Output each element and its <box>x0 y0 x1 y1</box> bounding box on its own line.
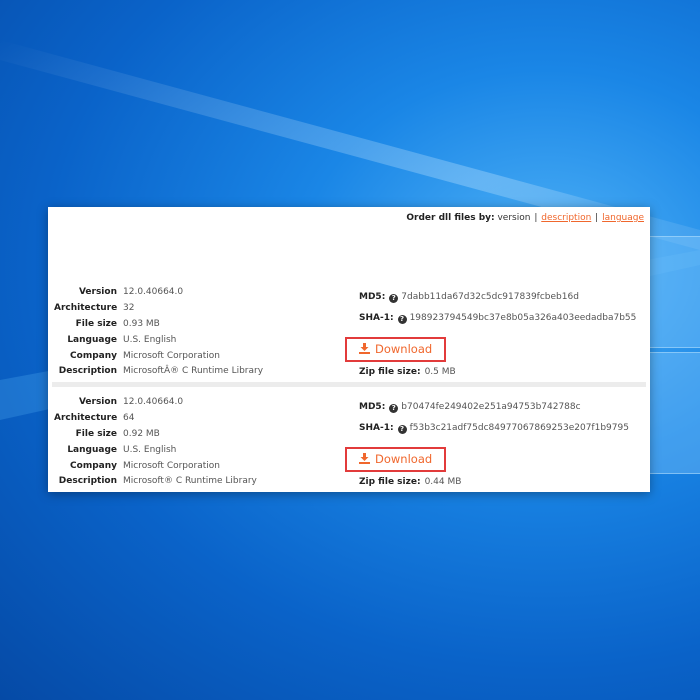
help-icon[interactable]: ? <box>389 294 399 303</box>
file-size-label: File size <box>75 428 117 439</box>
dll-files-panel: Order dll files by: version | descriptio… <box>48 207 650 492</box>
help-icon[interactable]: ? <box>389 404 399 413</box>
file-hashes: MD5:? 7dabb11da67d32c5dc917839fcbeb16d SH… <box>359 287 636 329</box>
download-label: Download <box>375 342 433 356</box>
sha1-label: SHA-1: <box>359 313 394 323</box>
file-properties: Version 12.0.40664.0 Architecture 64 File … <box>54 395 257 490</box>
order-separator: | <box>534 213 538 223</box>
zip-size: Zip file size: 0.44 MB <box>359 477 461 487</box>
zip-size-label: Zip file size: <box>359 367 421 377</box>
dll-entry-64bit: Version 12.0.40664.0 Architecture 64 File … <box>48 395 650 492</box>
language-label: Language <box>67 334 117 345</box>
dll-entry-32bit: Version 12.0.40664.0 Architecture 32 File … <box>48 285 650 385</box>
md5-label: MD5: <box>359 292 386 302</box>
description-label: Description <box>58 476 117 487</box>
download-icon <box>359 343 370 354</box>
version-value: 12.0.40664.0 <box>123 287 184 297</box>
version-value: 12.0.40664.0 <box>123 397 184 407</box>
architecture-value: 32 <box>123 302 135 313</box>
order-description-link[interactable]: description <box>541 213 591 223</box>
download-button[interactable]: Download <box>345 447 446 472</box>
zip-size-value: 0.44 MB <box>424 477 462 487</box>
windows-logo-icon <box>644 236 700 486</box>
file-size-value: 0.93 MB <box>123 318 160 329</box>
download-icon <box>359 453 370 464</box>
help-icon[interactable]: ? <box>397 425 407 434</box>
description-value: MicrosoftÂ® C Runtime Library <box>123 366 264 377</box>
architecture-label: Architecture <box>54 302 118 313</box>
language-value: U.S. English <box>123 444 177 455</box>
language-value: U.S. English <box>123 334 177 345</box>
file-size-label: File size <box>75 318 117 329</box>
file-size-value: 0.92 MB <box>123 428 160 439</box>
sha1-label: SHA-1: <box>359 423 394 433</box>
zip-size: Zip file size: 0.5 MB <box>359 367 456 377</box>
company-label: Company <box>70 350 117 361</box>
version-label: Version <box>78 397 117 407</box>
zip-size-label: Zip file size: <box>359 477 421 487</box>
md5-label: MD5: <box>359 402 386 412</box>
order-version: version <box>497 213 531 223</box>
md5-value: 7dabb11da67d32c5dc917839fcbeb16d <box>401 292 579 302</box>
architecture-label: Architecture <box>54 412 118 423</box>
sha1-value: f53b3c21adf75dc84977067869253e207f1b9795 <box>409 423 629 433</box>
entry-divider <box>52 382 646 387</box>
order-language-link[interactable]: language <box>602 213 644 223</box>
language-label: Language <box>67 444 117 455</box>
company-value: Microsoft Corporation <box>123 460 220 471</box>
sha1-value: 198923794549bc37e8b05a326a403eedadba7b55 <box>409 313 637 323</box>
order-by-label: Order dll files by: <box>406 213 495 223</box>
order-by-bar: Order dll files by: version | descriptio… <box>406 213 644 223</box>
description-label: Description <box>58 366 117 377</box>
file-hashes: MD5:? b70474fe249402e251a94753b742788c SH… <box>359 397 629 439</box>
order-separator: | <box>595 213 599 223</box>
zip-size-value: 0.5 MB <box>424 367 456 377</box>
md5-value: b70474fe249402e251a94753b742788c <box>401 402 581 412</box>
download-button[interactable]: Download <box>345 337 446 362</box>
version-label: Version <box>78 287 117 297</box>
download-label: Download <box>375 452 433 466</box>
description-value: Microsoft® C Runtime Library <box>123 476 257 487</box>
architecture-value: 64 <box>123 412 135 423</box>
help-icon[interactable]: ? <box>397 315 407 324</box>
company-value: Microsoft Corporation <box>123 350 220 361</box>
file-properties: Version 12.0.40664.0 Architecture 32 File … <box>54 285 263 380</box>
company-label: Company <box>70 460 117 471</box>
